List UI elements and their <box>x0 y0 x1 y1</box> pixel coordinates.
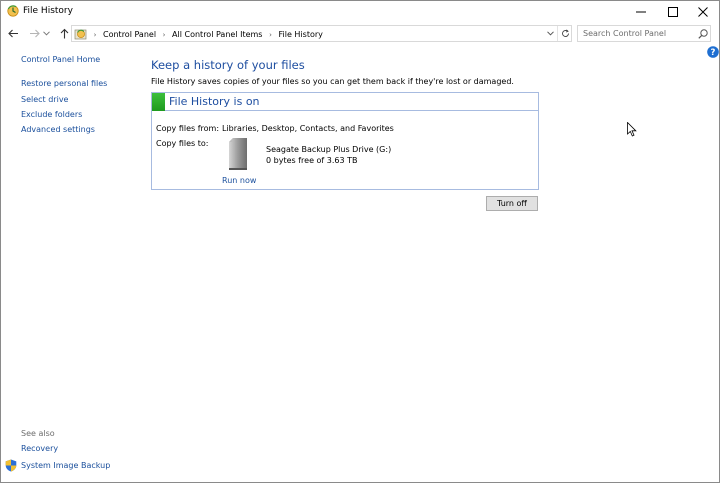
file-history-icon <box>7 5 19 17</box>
status-header: File History is on <box>152 93 538 111</box>
navigation-bar: › Control Panel › All Control Panel Item… <box>1 22 719 44</box>
exclude-folders-link[interactable]: Exclude folders <box>21 110 82 119</box>
control-panel-icon <box>74 29 87 40</box>
page-description: File History saves copies of your files … <box>151 77 514 86</box>
breadcrumb-control-panel[interactable]: Control Panel <box>100 30 159 39</box>
page-heading: Keep a history of your files <box>151 58 305 72</box>
recent-locations-button[interactable] <box>41 25 51 41</box>
maximize-button[interactable] <box>657 1 689 22</box>
control-panel-home-link[interactable]: Control Panel Home <box>21 55 100 64</box>
shield-icon <box>5 459 17 471</box>
forward-arrow-icon <box>29 29 40 37</box>
search-icon[interactable] <box>697 28 709 40</box>
breadcrumb-separator-icon[interactable]: › <box>90 31 100 39</box>
copy-to-label: Copy files to: <box>156 139 209 148</box>
back-button[interactable] <box>6 25 20 41</box>
svg-text:?: ? <box>711 48 716 58</box>
turn-off-button[interactable]: Turn off <box>486 196 538 211</box>
title-bar[interactable]: File History <box>1 1 719 22</box>
file-history-window: File History › Control Panel › All Contr… <box>0 0 720 483</box>
refresh-icon <box>561 29 569 37</box>
search-input[interactable]: Search Control Panel <box>577 25 711 42</box>
breadcrumb-all-items[interactable]: All Control Panel Items <box>169 30 265 39</box>
drive-name: Seagate Backup Plus Drive (G:) <box>266 145 392 154</box>
maximize-icon <box>668 6 678 17</box>
refresh-button[interactable] <box>557 26 572 41</box>
external-drive-icon <box>229 138 247 170</box>
drive-free-space: 0 bytes free of 3.63 TB <box>266 156 358 165</box>
mouse-cursor-icon <box>627 122 637 137</box>
file-history-status-panel: File History is on Copy files from: Libr… <box>151 92 539 190</box>
status-title: File History is on <box>169 95 260 108</box>
search-placeholder: Search Control Panel <box>583 29 667 38</box>
breadcrumb: › Control Panel › All Control Panel Item… <box>90 28 326 41</box>
back-arrow-icon <box>7 29 18 37</box>
copy-from-label: Copy files from: <box>156 124 220 133</box>
see-also-heading: See also <box>21 429 55 438</box>
recovery-link[interactable]: Recovery <box>21 444 58 453</box>
window-title: File History <box>23 6 73 16</box>
restore-personal-files-link[interactable]: Restore personal files <box>21 79 107 88</box>
chevron-down-icon <box>546 31 554 36</box>
address-bar[interactable]: › Control Panel › All Control Panel Item… <box>71 25 572 42</box>
address-dropdown-button[interactable] <box>543 26 557 41</box>
forward-button[interactable] <box>27 25 41 41</box>
up-button[interactable] <box>57 25 71 41</box>
minimize-icon <box>636 11 646 12</box>
close-button[interactable] <box>687 1 719 22</box>
breadcrumb-separator-icon[interactable]: › <box>159 31 169 39</box>
up-arrow-icon <box>60 28 68 38</box>
system-image-backup-link[interactable]: System Image Backup <box>21 461 110 470</box>
status-indicator <box>152 93 165 111</box>
system-image-backup-row[interactable]: System Image Backup <box>5 458 110 472</box>
breadcrumb-separator-icon[interactable]: › <box>265 31 275 39</box>
chevron-down-icon <box>42 30 50 36</box>
help-icon[interactable]: ? <box>707 46 719 58</box>
close-icon <box>698 6 708 17</box>
select-drive-link[interactable]: Select drive <box>21 95 68 104</box>
advanced-settings-link[interactable]: Advanced settings <box>21 125 95 134</box>
breadcrumb-file-history[interactable]: File History <box>275 30 325 39</box>
minimize-button[interactable] <box>625 1 657 22</box>
copy-from-value: Libraries, Desktop, Contacts, and Favori… <box>222 124 394 133</box>
run-now-link[interactable]: Run now <box>222 176 256 185</box>
